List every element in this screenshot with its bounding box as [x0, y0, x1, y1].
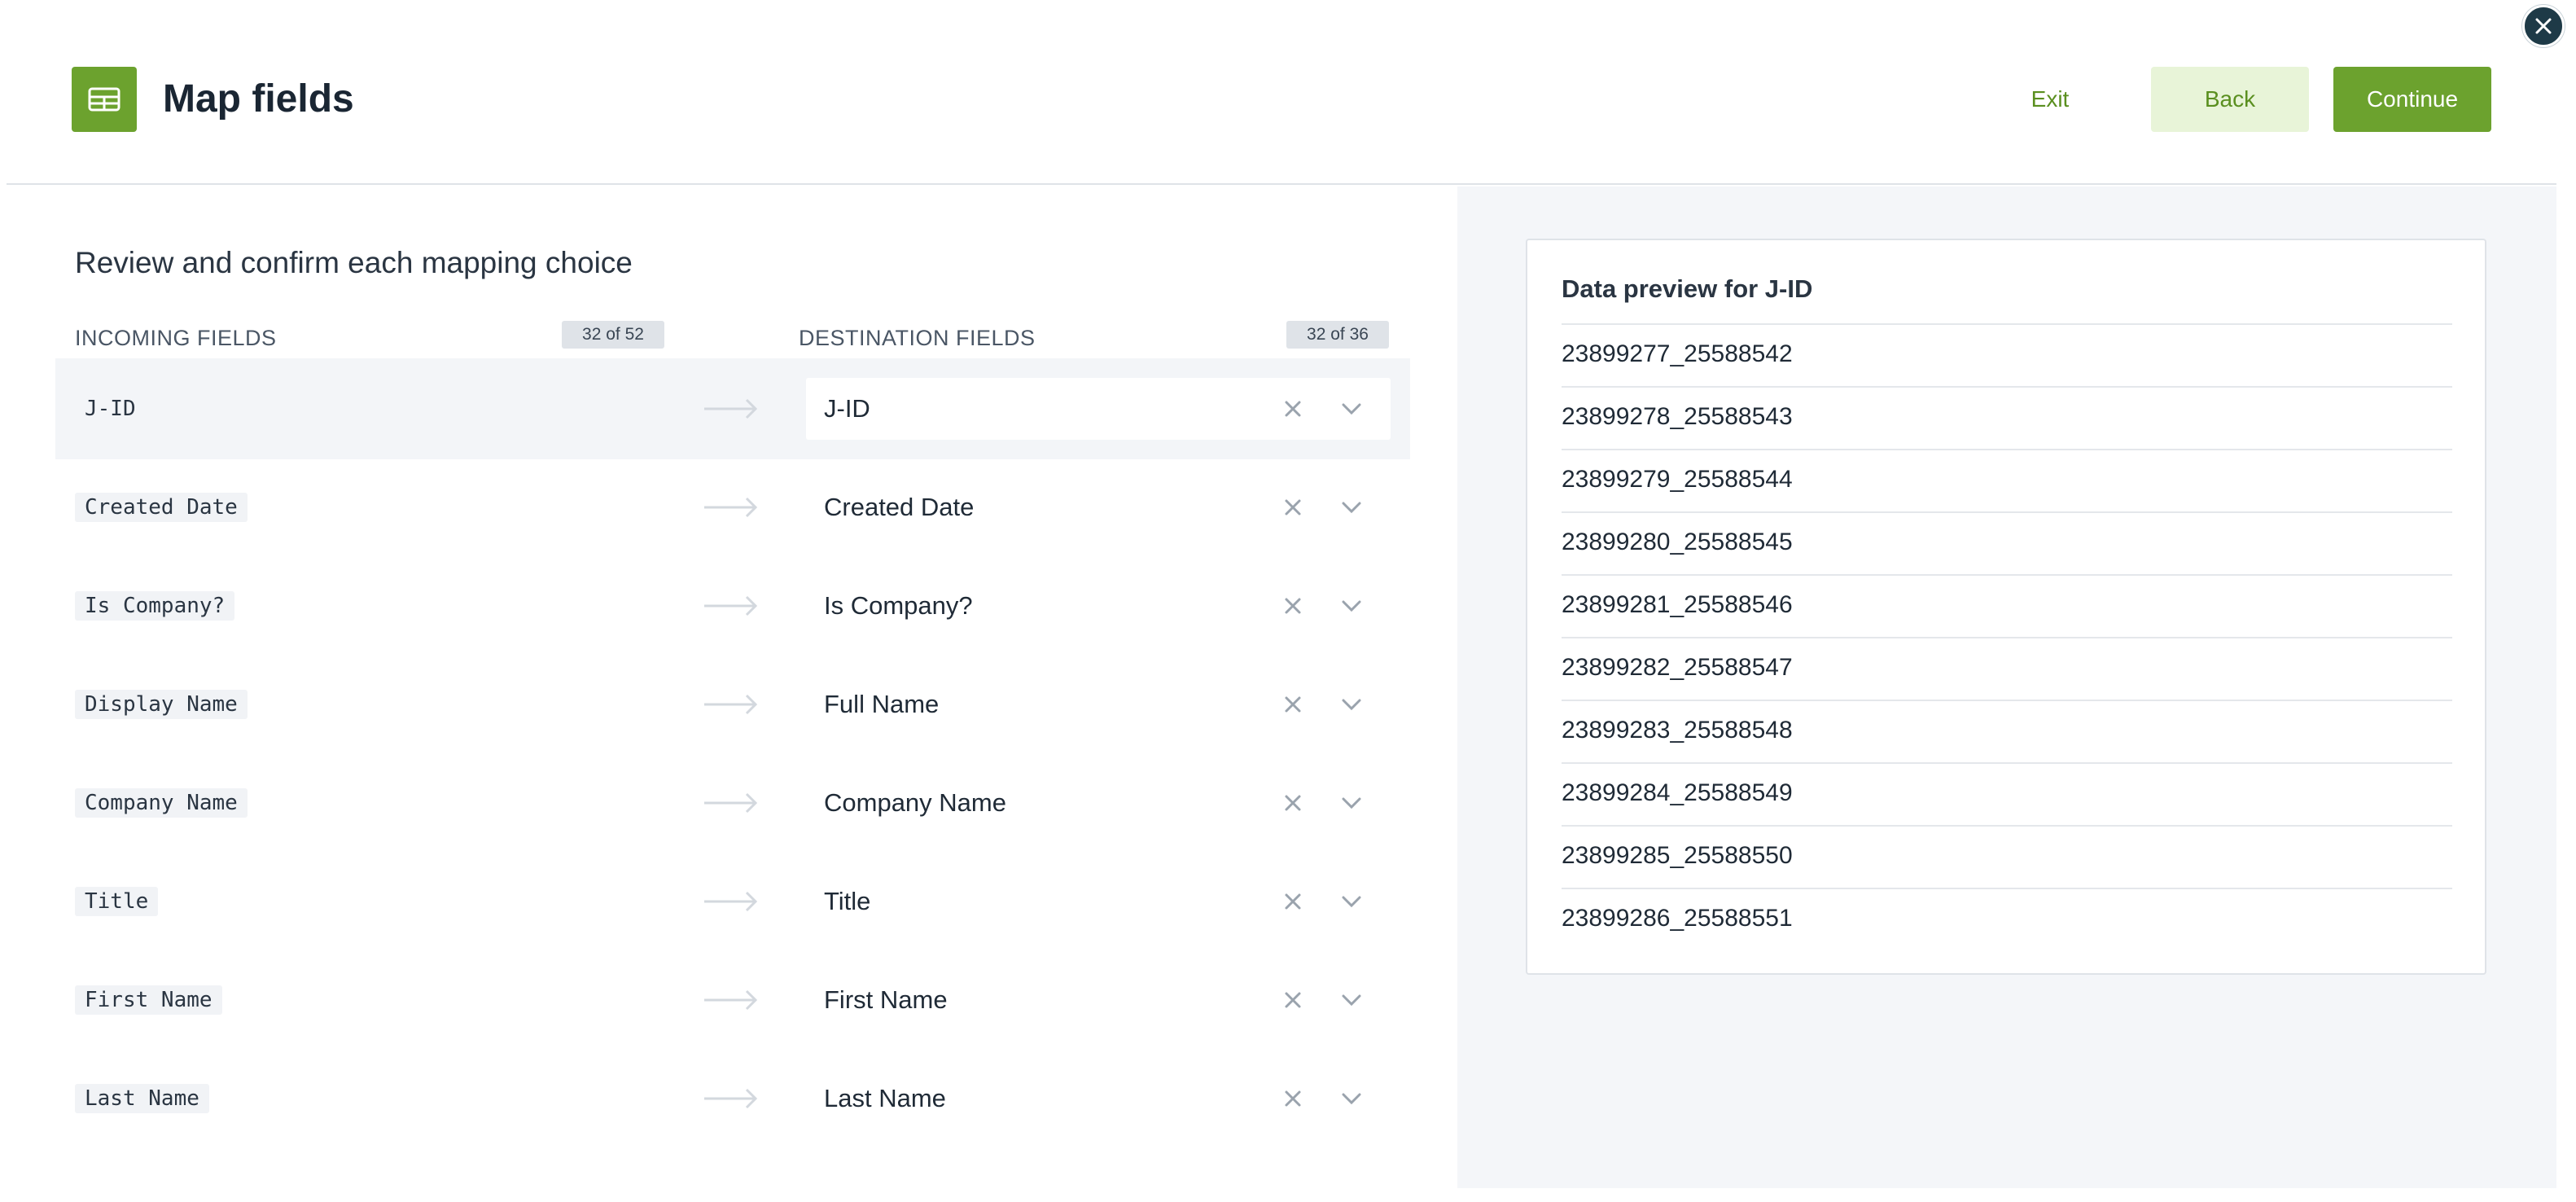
mapping-row[interactable]: Is Company? Is Company?: [55, 555, 1410, 656]
clear-x-icon[interactable]: [1280, 1086, 1306, 1112]
mapping-row[interactable]: Display Name Full Name: [55, 654, 1410, 755]
data-preview-card: Data preview for J-ID 23899277_25588542 …: [1526, 239, 2486, 975]
mapping-row[interactable]: Company Name Company Name: [55, 752, 1410, 853]
preview-value: 23899277_25588542: [1562, 325, 2452, 388]
arrow-right-icon: [704, 891, 758, 912]
preview-value: 23899282_25588547: [1562, 638, 2452, 701]
chevron-down-icon[interactable]: [1338, 1086, 1365, 1112]
destination-field-select[interactable]: Company Name: [806, 772, 1391, 834]
chevron-down-icon[interactable]: [1338, 396, 1365, 422]
destination-field-select[interactable]: Created Date: [806, 476, 1391, 538]
clear-x-icon[interactable]: [1280, 691, 1306, 717]
section-title: Review and confirm each mapping choice: [75, 246, 633, 279]
chevron-down-icon[interactable]: [1338, 691, 1365, 717]
incoming-count-badge: 32 of 52: [562, 321, 664, 349]
destination-field-select[interactable]: Is Company?: [806, 575, 1391, 637]
destination-field-value: Is Company?: [824, 591, 973, 620]
destination-field-select[interactable]: Full Name: [806, 673, 1391, 735]
clear-x-icon[interactable]: [1280, 593, 1306, 619]
preview-value: 23899286_25588551: [1562, 905, 1793, 932]
destination-field-select[interactable]: J-ID: [806, 378, 1391, 440]
destination-field-value: Full Name: [824, 690, 940, 718]
destination-field-value: Last Name: [824, 1084, 946, 1112]
destination-field-value: Title: [824, 887, 871, 915]
arrow-right-icon: [704, 595, 758, 616]
clear-x-icon[interactable]: [1280, 987, 1306, 1013]
preview-value: 23899285_25588550: [1562, 827, 2452, 889]
continue-button[interactable]: Continue: [2333, 67, 2491, 132]
preview-value: 23899284_25588549: [1562, 764, 2452, 827]
arrow-right-icon: [704, 497, 758, 518]
mapping-row[interactable]: First Name First Name: [55, 950, 1410, 1051]
destination-field-value: First Name: [824, 985, 948, 1014]
map-fields-modal: Map fields Exit Back Continue Review and…: [0, 0, 2576, 1202]
chevron-down-icon[interactable]: [1338, 593, 1365, 619]
chevron-down-icon[interactable]: [1338, 987, 1365, 1013]
arrow-right-icon: [704, 398, 758, 419]
close-button[interactable]: [2522, 5, 2565, 47]
preview-value: 23899280_25588545: [1562, 513, 2452, 576]
mapping-row[interactable]: Last Name Last Name: [55, 1048, 1410, 1149]
destination-field-select[interactable]: First Name: [806, 969, 1391, 1031]
destination-count-badge: 32 of 36: [1286, 321, 1389, 349]
table-icon: [72, 67, 137, 132]
incoming-field: Company Name: [75, 788, 248, 818]
incoming-field: Display Name: [75, 690, 248, 719]
incoming-field: Is Company?: [75, 591, 235, 621]
incoming-field: Last Name: [75, 1084, 209, 1113]
preview-panel: Data preview for J-ID 23899277_25588542 …: [1457, 186, 2556, 1188]
exit-button[interactable]: Exit: [1993, 67, 2107, 132]
close-icon: [2535, 18, 2552, 34]
clear-x-icon[interactable]: [1280, 494, 1306, 520]
destination-field-value: Company Name: [824, 788, 1006, 817]
incoming-field: First Name: [75, 985, 222, 1015]
mapping-row[interactable]: Created Date Created Date: [55, 457, 1410, 558]
data-preview-title: Data preview for J-ID: [1562, 274, 1813, 303]
destination-fields-header: DESTINATION FIELDS: [799, 326, 1036, 350]
incoming-fields-header: INCOMING FIELDS: [75, 326, 277, 350]
destination-field-value: J-ID: [824, 394, 870, 423]
preview-value: 23899283_25588548: [1562, 701, 2452, 764]
clear-x-icon[interactable]: [1280, 396, 1306, 422]
arrow-right-icon: [704, 1088, 758, 1109]
preview-value: 23899278_25588543: [1562, 388, 2452, 450]
chevron-down-icon[interactable]: [1338, 888, 1365, 915]
preview-value: 23899281_25588546: [1562, 576, 2452, 638]
incoming-field: Title: [75, 887, 159, 916]
chevron-down-icon[interactable]: [1338, 494, 1365, 520]
mapping-row[interactable]: J-ID J-ID: [55, 358, 1410, 459]
incoming-field: Created Date: [75, 493, 248, 522]
preview-value: 23899279_25588544: [1562, 450, 2452, 513]
arrow-right-icon: [704, 694, 758, 715]
arrow-right-icon: [704, 792, 758, 814]
arrow-right-icon: [704, 989, 758, 1011]
clear-x-icon[interactable]: [1280, 888, 1306, 915]
destination-field-select[interactable]: Title: [806, 871, 1391, 932]
header: Map fields Exit Back Continue: [7, 0, 2556, 185]
destination-field-value: Created Date: [824, 493, 975, 521]
incoming-field: J-ID: [85, 397, 136, 421]
mapping-row[interactable]: Title Title: [55, 851, 1410, 952]
clear-x-icon[interactable]: [1280, 790, 1306, 816]
data-preview-list: 23899277_25588542 23899278_25588543 2389…: [1562, 323, 2452, 952]
destination-field-select[interactable]: Last Name: [806, 1068, 1391, 1130]
back-button[interactable]: Back: [2151, 67, 2309, 132]
chevron-down-icon[interactable]: [1338, 790, 1365, 816]
mapping-panel: Review and confirm each mapping choice I…: [7, 186, 1456, 1188]
page-title: Map fields: [163, 77, 354, 121]
